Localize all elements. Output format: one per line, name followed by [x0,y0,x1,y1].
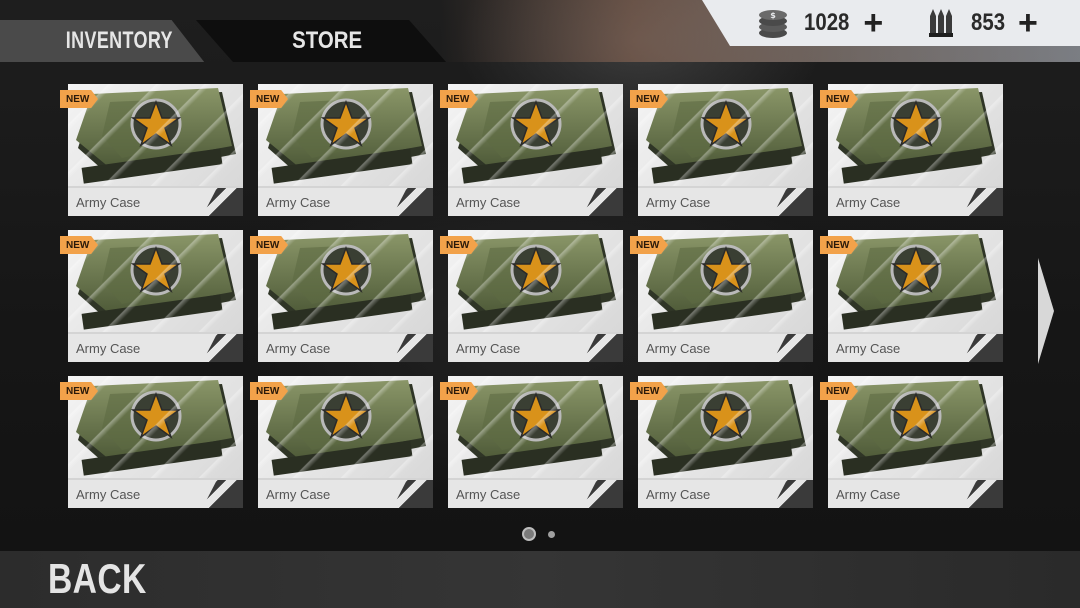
army-case-icon [456,88,616,184]
new-badge: NEW [630,382,668,400]
item-name-label: Army Case [448,480,623,508]
new-badge: NEW [60,236,98,254]
item-name-label: Army Case [828,334,1003,362]
inventory-item-card[interactable]: NEW Army Case [630,376,813,508]
back-label: BACK [48,555,147,602]
new-badge: NEW [820,90,858,108]
back-button[interactable]: BACK [48,553,171,605]
army-case-icon [266,380,426,476]
tab-store-label: STORE [292,27,362,54]
item-name-label: Army Case [828,480,1003,508]
next-page-arrow-icon[interactable] [1036,258,1056,364]
new-badge: NEW [440,382,478,400]
army-case-icon [76,88,236,184]
inventory-item-card[interactable]: NEW Army Case [250,376,433,508]
top-bar: INVENTORY STORE $ 1028 + 853 + [0,0,1080,62]
item-name-label: Army Case [448,188,623,216]
item-name-label: Army Case [68,480,243,508]
bullets-icon [929,9,953,37]
ammo-display: 853 + [924,0,1038,46]
new-badge: NEW [820,236,858,254]
currency-panel: $ 1028 + 853 + [702,0,1080,46]
add-coins-button[interactable]: + [863,6,883,40]
army-case-icon [836,234,996,330]
army-case-icon [266,88,426,184]
tab-inventory[interactable]: INVENTORY [0,20,205,62]
inventory-item-card[interactable]: NEW Army Case [630,84,813,216]
item-name-label: Army Case [828,188,1003,216]
inventory-item-card[interactable]: NEW Army Case [60,376,243,508]
tab-inventory-label: INVENTORY [65,27,173,54]
coins-value: 1028 [804,9,850,36]
add-ammo-button[interactable]: + [1018,6,1038,40]
army-case-icon [646,88,806,184]
inventory-item-card[interactable]: NEW Army Case [440,230,623,362]
army-case-icon [76,234,236,330]
army-case-icon [456,234,616,330]
item-name-label: Army Case [638,480,813,508]
page-dot[interactable] [548,530,555,538]
army-case-icon [456,380,616,476]
item-name-label: Army Case [448,334,623,362]
new-badge: NEW [820,382,858,400]
new-badge: NEW [630,236,668,254]
item-name-label: Army Case [258,188,433,216]
coins-display: $ 1028 + [756,0,883,46]
inventory-item-card[interactable]: NEW Army Case [250,84,433,216]
svg-text:$: $ [770,11,776,20]
coin-stack-icon: $ [759,10,787,38]
army-case-icon [836,88,996,184]
army-case-icon [76,380,236,476]
item-name-label: Army Case [258,480,433,508]
item-name-label: Army Case [638,188,813,216]
new-badge: NEW [60,382,98,400]
army-case-icon [836,380,996,476]
item-name-label: Army Case [638,334,813,362]
new-badge: NEW [250,236,288,254]
army-case-icon [646,234,806,330]
item-name-label: Army Case [68,188,243,216]
new-badge: NEW [60,90,98,108]
inventory-item-card[interactable]: NEW Army Case [630,230,813,362]
inventory-item-card[interactable]: NEW Army Case [820,376,1003,508]
army-case-icon [646,380,806,476]
new-badge: NEW [440,90,478,108]
item-name-label: Army Case [258,334,433,362]
page-dot-active[interactable] [522,527,536,541]
inventory-item-card[interactable]: NEW Army Case [440,376,623,508]
new-badge: NEW [440,236,478,254]
new-badge: NEW [250,90,288,108]
army-case-icon [266,234,426,330]
inventory-item-card[interactable]: NEW Army Case [60,84,243,216]
inventory-item-card[interactable]: NEW Army Case [440,84,623,216]
new-badge: NEW [250,382,288,400]
inventory-item-card[interactable]: NEW Army Case [60,230,243,362]
item-name-label: Army Case [68,334,243,362]
inventory-item-card[interactable]: NEW Army Case [250,230,433,362]
tab-store[interactable]: STORE [196,20,446,62]
ammo-value: 853 [971,9,1006,36]
new-badge: NEW [630,90,668,108]
inventory-item-card[interactable]: NEW Army Case [820,230,1003,362]
page-indicator [522,527,555,541]
inventory-item-card[interactable]: NEW Army Case [820,84,1003,216]
